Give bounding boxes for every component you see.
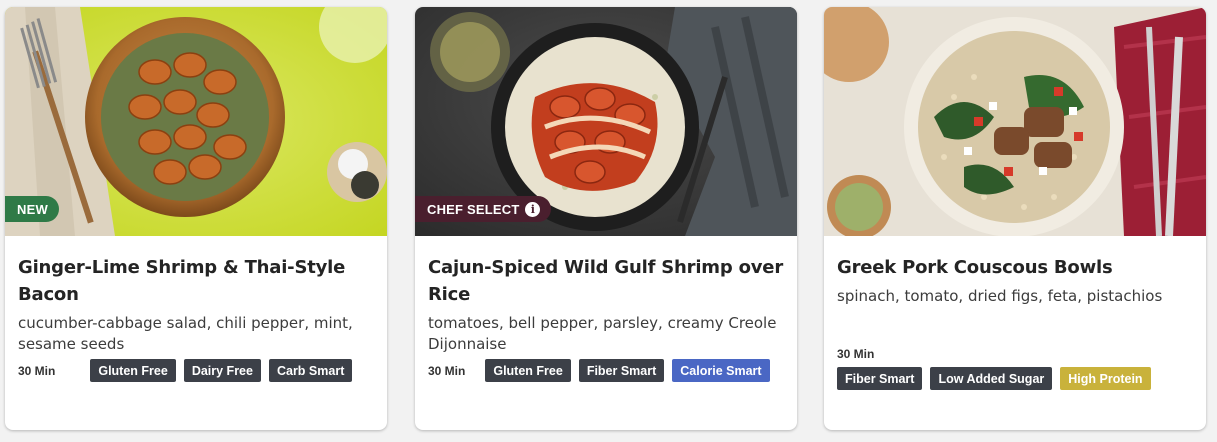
- tag-fiber-smart: Fiber Smart: [837, 367, 923, 390]
- tag-low-added-sugar: Low Added Sugar: [930, 367, 1053, 390]
- recipe-description: cucumber-cabbage salad, chili pepper, mi…: [18, 314, 353, 353]
- tag-high-protein: High Protein: [1060, 367, 1151, 390]
- recipe-meta: Fiber Smart Low Added Sugar High Protein: [837, 367, 1193, 390]
- recipe-photo[interactable]: NEW: [5, 7, 387, 236]
- recipe-card[interactable]: CHEF SELECT i Cajun-Spiced Wild Gulf Shr…: [415, 7, 797, 430]
- tag-calorie-smart: Calorie Smart: [672, 359, 770, 382]
- badge-label: NEW: [17, 201, 48, 217]
- recipe-card[interactable]: Greek Pork Couscous Bowls spinach, tomat…: [824, 7, 1206, 430]
- recipe-meta: 30 Min Gluten Free Fiber Smart Calorie S…: [428, 359, 784, 382]
- recipe-title[interactable]: Greek Pork Couscous Bowls: [837, 254, 1193, 281]
- recipe-card[interactable]: NEW Ginger-Lime Shrimp & Thai-Style Baco…: [5, 7, 387, 430]
- tag-dairy-free: Dairy Free: [183, 359, 261, 382]
- recipe-photo-image: [824, 7, 1206, 236]
- recipe-meta: 30 Min Gluten Free Dairy Free Carb Smart: [18, 359, 374, 382]
- badge-label: CHEF SELECT: [427, 201, 520, 217]
- cook-time: 30 Min: [837, 347, 875, 361]
- recipe-photo[interactable]: CHEF SELECT i: [415, 7, 797, 236]
- cook-time: 30 Min: [18, 363, 56, 378]
- recipe-photo-image: [5, 7, 387, 236]
- recipe-description: spinach, tomato, dried figs, feta, pista…: [837, 287, 1163, 305]
- tag-gluten-free: Gluten Free: [485, 359, 571, 382]
- info-icon[interactable]: i: [525, 201, 541, 217]
- new-badge: NEW: [5, 196, 59, 222]
- tag-carb-smart: Carb Smart: [268, 359, 353, 382]
- chef-select-badge[interactable]: CHEF SELECT i: [415, 196, 552, 222]
- recipe-title[interactable]: Cajun-Spiced Wild Gulf Shrimp over Rice: [428, 254, 784, 308]
- recipe-title[interactable]: Ginger-Lime Shrimp & Thai-Style Bacon: [18, 254, 374, 308]
- recipe-photo[interactable]: [824, 7, 1206, 236]
- recipe-description: tomatoes, bell pepper, parsley, creamy C…: [428, 314, 777, 353]
- cook-time: 30 Min: [428, 363, 466, 378]
- tag-gluten-free: Gluten Free: [90, 359, 176, 382]
- tag-fiber-smart: Fiber Smart: [578, 359, 665, 382]
